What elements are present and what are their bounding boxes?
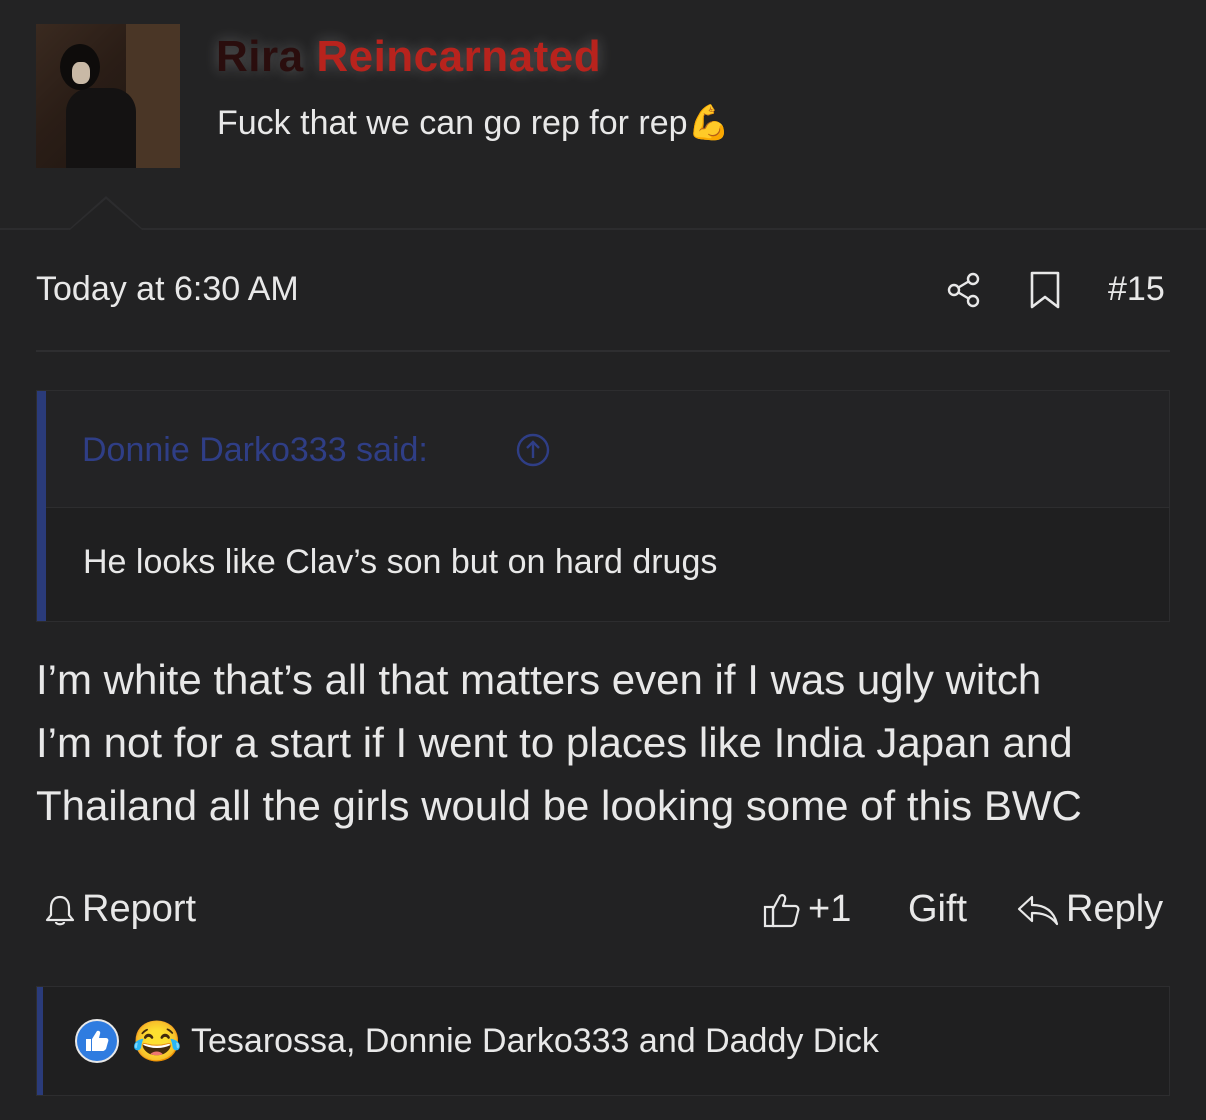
user-custom-title: Fuck that we can go rep for rep💪 <box>217 103 730 143</box>
reply-icon <box>1017 895 1059 925</box>
reactions-bar[interactable]: 😂 Tesarossa, Donnie Darko333 and Daddy D… <box>36 986 1170 1096</box>
quote-block: Donnie Darko333 said: He looks like Clav… <box>36 390 1170 622</box>
reply-button[interactable]: Reply <box>1016 888 1163 931</box>
gift-button[interactable]: Gift <box>908 888 967 931</box>
thumbs-up-icon <box>763 893 800 927</box>
like-icon-glyph <box>86 1030 109 1051</box>
quote-accent-bar <box>37 391 46 621</box>
go-to-quoted-post-icon[interactable] <box>516 433 550 467</box>
flexed-biceps-icon: 💪 <box>687 104 730 142</box>
laugh-cry-icon: 😂 <box>132 1019 182 1064</box>
post-line: I’m white that’s all that matters even i… <box>36 656 1042 703</box>
reply-label: Reply <box>1066 888 1164 930</box>
user-title-text: Fuck that we can go rep for rep <box>217 104 688 142</box>
post-timestamp[interactable]: Today at 6:30 AM <box>36 270 299 309</box>
report-label: Report <box>82 888 197 930</box>
avatar-figure-body <box>66 88 136 168</box>
gift-label: Gift <box>908 888 968 930</box>
username-part-2[interactable]: Reincarnated <box>316 32 601 81</box>
like-count: +1 <box>808 888 852 930</box>
meta-divider <box>36 350 1170 352</box>
bell-icon <box>45 895 75 925</box>
header-pointer-fill <box>70 199 142 230</box>
report-button[interactable]: Report <box>44 888 196 931</box>
share-icon[interactable] <box>944 270 984 310</box>
avatar[interactable] <box>36 24 180 168</box>
post-header: Rira Reincarnated Fuck that we can go re… <box>0 0 1206 230</box>
quote-header: Donnie Darko333 said: <box>46 391 1169 508</box>
reactions-users[interactable]: Tesarossa, Donnie Darko333 and Daddy Dic… <box>191 1022 879 1061</box>
post-line: Thailand all the girls would be looking … <box>36 782 1082 829</box>
like-button[interactable]: +1 <box>762 888 851 931</box>
quote-author-link[interactable]: Donnie Darko333 said: <box>82 431 428 470</box>
post-number-link[interactable]: #15 <box>1108 270 1165 309</box>
post-message: I’m white that’s all that matters even i… <box>36 648 1176 837</box>
post-line: I’m not for a start if I went to places … <box>36 719 1073 766</box>
username[interactable]: Rira Reincarnated <box>216 32 601 82</box>
reactions-accent-bar <box>37 987 43 1095</box>
username-part-1[interactable]: Rira <box>216 32 304 81</box>
avatar-figure-face <box>72 62 90 84</box>
like-icon <box>75 1019 119 1063</box>
bookmark-icon[interactable] <box>1028 270 1062 310</box>
quote-text: He looks like Clav’s son but on hard dru… <box>83 543 718 581</box>
